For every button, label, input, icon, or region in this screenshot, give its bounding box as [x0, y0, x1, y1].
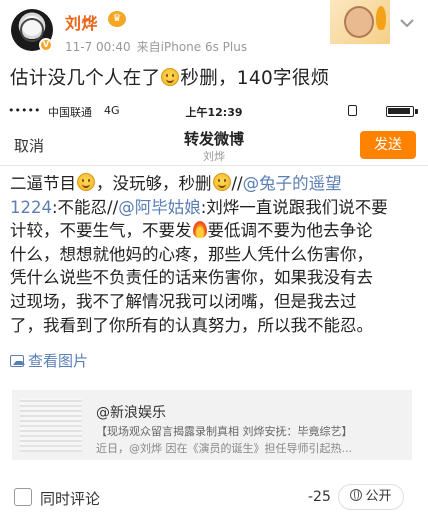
status-icons	[348, 105, 418, 117]
post-timestamp: 11-7 00:40	[65, 40, 131, 54]
fire-emoji-icon	[192, 221, 207, 239]
smile-emoji-icon	[161, 68, 180, 86]
quoted-post-card[interactable]: @新浪娱乐 【现场观众留言揭露录制真相 刘烨安抚：毕竟综艺】 近日，@刘烨 因在…	[12, 390, 412, 460]
crown-icon: ♛	[108, 11, 126, 27]
quoted-post-title: 【现场观众留言揭露录制真相 刘烨安抚：毕竟综艺】	[96, 425, 353, 438]
post-source: 来自iPhone 6s Plus	[136, 40, 248, 54]
comment-too-checkbox[interactable]	[14, 488, 32, 506]
post-meta: 11-7 00:40 来自iPhone 6s Plus	[65, 38, 247, 55]
globe-icon	[350, 489, 363, 501]
quoted-post-author: @新浪娱乐	[96, 405, 166, 421]
mention-link[interactable]: 1224	[10, 198, 52, 217]
post-header: V 刘烨 ♛ 11-7 00:40 来自iPhone 6s Plus	[0, 0, 428, 62]
mention-link[interactable]: @兔子的遥望	[243, 174, 342, 193]
image-icon	[10, 355, 25, 367]
text-line: 什么，想想就他妈的心疼，那些人凭什么伤害你，	[10, 244, 373, 264]
compose-footer: 同时评论 -25 公开	[0, 482, 428, 513]
view-images-link[interactable]: 查看图片	[10, 350, 88, 371]
quoted-post-thumbnail	[20, 398, 82, 452]
char-counter: -25	[308, 489, 331, 505]
text-line: 计较，不要生气，不要发 要低调不要为他去争论	[10, 221, 373, 241]
visibility-button[interactable]: 公开	[338, 484, 404, 510]
text-line: 1224:不能忍//@阿毕姑娘:刘烨一直说跟我们说不要	[10, 197, 388, 217]
smile-emoji-icon	[77, 173, 95, 191]
username[interactable]: 刘烨	[65, 10, 98, 34]
text-line: 二逼节目 ，没玩够，秒删//@兔子的遥望	[10, 173, 342, 193]
lock-icon	[348, 105, 357, 116]
nav-bar: 取消 转发微博 刘烨 发送	[0, 122, 428, 166]
status-bar: ••••• 中国联通 4G 上午12:39	[0, 100, 428, 122]
text-line: 过现场，我不了解情况我可以闭嘴，但是我去过	[10, 291, 357, 311]
smile-emoji-icon	[212, 173, 231, 191]
chevron-down-icon[interactable]	[396, 12, 418, 34]
repost-screenshot: ••••• 中国联通 4G 上午12:39 取消 转发微博 刘烨 发送 二逼节目…	[0, 100, 428, 513]
mention-link[interactable]: @阿毕姑娘	[118, 198, 201, 217]
verified-badge-icon: V	[39, 38, 53, 52]
quoted-post-snippet: 近日，@刘烨 因在《演员的诞生》担任导师引起热...	[96, 442, 352, 455]
repost-textarea[interactable]: 二逼节目 ，没玩够，秒删//@兔子的遥望 1224:不能忍//@阿毕姑娘:刘烨一直…	[10, 172, 410, 337]
profile-banner-image	[330, 0, 390, 44]
text-line: 凭什么说些不负责任的话来伤害你，如果我没有去	[10, 268, 373, 288]
post-text: 估计没几个人在了 秒删，140字很烦	[10, 68, 330, 89]
text-line: 了，我看到了你所有的认真努力，所以我不能忍。	[10, 315, 373, 335]
checkbox-label: 同时评论	[40, 490, 101, 508]
send-button[interactable]: 发送	[360, 131, 416, 159]
battery-icon	[386, 106, 414, 117]
